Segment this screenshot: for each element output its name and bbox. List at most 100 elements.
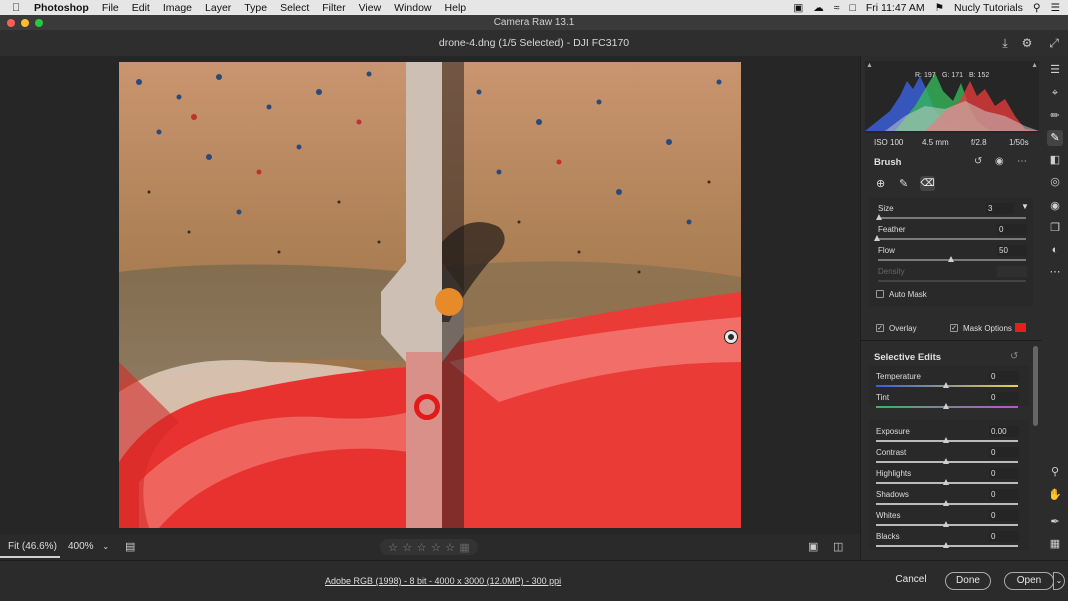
color-sampler-icon[interactable]: ✒ xyxy=(1047,514,1063,530)
presets-icon[interactable]: ◐ xyxy=(1047,242,1063,258)
gear-icon[interactable]: ⚙ xyxy=(1020,36,1034,50)
list-icon[interactable]: ☰ xyxy=(1051,2,1060,14)
rating-stars[interactable]: ☆ ☆ ☆ ☆ ☆ ▦ xyxy=(380,539,478,555)
graduated-filter-icon[interactable]: ◧ xyxy=(1047,152,1063,168)
exposure-slider-thumb[interactable] xyxy=(943,437,949,443)
save-icon[interactable]: ⤓ xyxy=(998,36,1012,50)
whites-field[interactable]: 0 xyxy=(989,510,1019,521)
highlights-field[interactable]: 0 xyxy=(989,468,1019,479)
size-slider-track[interactable] xyxy=(878,217,1026,219)
workflow-options-link[interactable]: Adobe RGB (1998) - 8 bit - 4000 x 3000 (… xyxy=(325,576,561,586)
trash-icon[interactable]: ▦ xyxy=(459,541,469,554)
user-name[interactable]: Nucly Tutorials xyxy=(954,2,1023,14)
zoom-dropdown[interactable]: 400% ⌄ xyxy=(68,536,109,558)
auto-mask-checkbox[interactable] xyxy=(876,290,884,298)
edit-sliders-icon[interactable]: ☰ xyxy=(1047,62,1063,78)
crop-icon[interactable]: ⌖ xyxy=(1047,85,1063,101)
more-options-icon[interactable]: ⋯ xyxy=(1017,156,1027,167)
mask-color-swatch[interactable] xyxy=(1015,323,1026,332)
star-icon[interactable]: ☆ xyxy=(431,541,441,554)
size-field[interactable]: 3 xyxy=(986,203,1014,214)
image-canvas[interactable] xyxy=(0,56,860,534)
star-icon[interactable]: ☆ xyxy=(402,541,412,554)
red-eye-icon[interactable]: ◉ xyxy=(1047,198,1063,214)
add-brush-icon[interactable]: ⊕ xyxy=(876,177,885,190)
cancel-button[interactable]: Cancel xyxy=(890,572,932,590)
exposure-field[interactable]: 0.00 xyxy=(989,426,1019,437)
star-icon[interactable]: ☆ xyxy=(445,541,455,554)
done-button[interactable]: Done xyxy=(945,572,991,590)
menu-filter[interactable]: Filter xyxy=(322,2,345,14)
contrast-field[interactable]: 0 xyxy=(989,447,1019,458)
menu-select[interactable]: Select xyxy=(280,2,309,14)
menu-photoshop[interactable]: Photoshop xyxy=(34,2,89,14)
whites-slider-thumb[interactable] xyxy=(943,521,949,527)
view-mode-icon[interactable]: ▣ xyxy=(808,540,818,553)
menu-layer[interactable]: Layer xyxy=(205,2,231,14)
menu-edit[interactable]: Edit xyxy=(132,2,150,14)
shadows-field[interactable]: 0 xyxy=(989,489,1019,500)
tint-slider-thumb[interactable] xyxy=(943,403,949,409)
flag-icon[interactable]: ⚑ xyxy=(935,2,944,14)
fit-zoom-button[interactable]: Fit (46.6%) xyxy=(0,536,60,558)
temperature-field[interactable]: 0 xyxy=(989,371,1019,382)
minimize-window-button[interactable] xyxy=(21,19,29,27)
eraser-icon[interactable]: ⌫ xyxy=(920,176,935,191)
menu-image[interactable]: Image xyxy=(163,2,192,14)
reset-edits-icon[interactable]: ↺ xyxy=(1010,351,1018,362)
brush-icon[interactable]: ✎ xyxy=(899,177,908,190)
open-options-chevron-icon[interactable]: ⌄ xyxy=(1053,572,1065,590)
feather-slider-thumb[interactable] xyxy=(874,235,880,241)
radial-filter-icon[interactable]: ◎ xyxy=(1047,174,1063,190)
zoom-window-button[interactable] xyxy=(35,19,43,27)
mask-pin[interactable] xyxy=(725,331,737,343)
panel-scrollbar[interactable] xyxy=(1033,346,1038,426)
more-tools-icon[interactable]: ⋯ xyxy=(1047,264,1063,280)
apple-icon[interactable]:  xyxy=(12,2,26,14)
adjustment-brush-icon[interactable]: ✎ xyxy=(1047,130,1063,146)
overlay-checkbox[interactable]: ✓ xyxy=(876,324,884,332)
flow-slider-thumb[interactable] xyxy=(948,256,954,262)
creative-cloud-icon[interactable]: ☁ xyxy=(813,2,824,14)
eye-icon[interactable]: ◉ xyxy=(995,156,1004,167)
healing-icon[interactable]: ✏ xyxy=(1047,108,1063,124)
blacks-slider-thumb[interactable] xyxy=(943,542,949,548)
size-dropdown-icon[interactable]: ▼ xyxy=(1021,202,1029,211)
clock-text[interactable]: Fri 11:47 AM xyxy=(866,2,925,14)
mask-options-checkbox[interactable]: ✓ xyxy=(950,324,958,332)
menu-file[interactable]: File xyxy=(102,2,119,14)
reset-icon[interactable]: ↺ xyxy=(974,156,982,167)
close-window-button[interactable] xyxy=(7,19,15,27)
menu-type[interactable]: Type xyxy=(244,2,267,14)
menu-window[interactable]: Window xyxy=(394,2,431,14)
flow-field[interactable]: 50 xyxy=(997,245,1027,256)
filmstrip-toggle-icon[interactable]: ▤ xyxy=(125,540,135,553)
tint-field[interactable]: 0 xyxy=(989,392,1019,403)
zoom-tool-icon[interactable]: ⚲ xyxy=(1047,464,1063,480)
video-icon[interactable]: ▣ xyxy=(793,2,803,14)
shadows-slider-thumb[interactable] xyxy=(943,500,949,506)
feather-field[interactable]: 0 xyxy=(997,224,1027,235)
hand-tool-icon[interactable]: ✋ xyxy=(1047,487,1063,503)
star-icon[interactable]: ☆ xyxy=(417,541,427,554)
feather-slider-track[interactable] xyxy=(878,238,1026,240)
menu-view[interactable]: View xyxy=(359,2,382,14)
snapshots-icon[interactable]: ❐ xyxy=(1047,220,1063,236)
search-icon[interactable]: ⚲ xyxy=(1033,2,1041,14)
contrast-slider-thumb[interactable] xyxy=(943,458,949,464)
fullscreen-icon[interactable]: ⤢ xyxy=(1047,36,1061,50)
grid-icon[interactable]: ▦ xyxy=(1047,536,1063,552)
before-after-icon[interactable]: ◫ xyxy=(833,540,843,553)
size-slider-thumb[interactable] xyxy=(876,214,882,220)
star-icon[interactable]: ☆ xyxy=(388,541,398,554)
wifi-icon[interactable]: ≈ xyxy=(834,2,840,14)
blacks-field[interactable]: 0 xyxy=(989,531,1019,542)
drone-photo[interactable] xyxy=(119,62,741,528)
highlights-slider-thumb[interactable] xyxy=(943,479,949,485)
highlight-clipping-icon[interactable]: ▲ xyxy=(1031,62,1038,69)
menu-help[interactable]: Help xyxy=(445,2,467,14)
temperature-slider-thumb[interactable] xyxy=(943,382,949,388)
shadow-clipping-icon[interactable]: ▲ xyxy=(866,62,873,69)
display-icon[interactable]: □ xyxy=(850,2,856,14)
open-button[interactable]: Open ⌄ xyxy=(1004,572,1065,590)
